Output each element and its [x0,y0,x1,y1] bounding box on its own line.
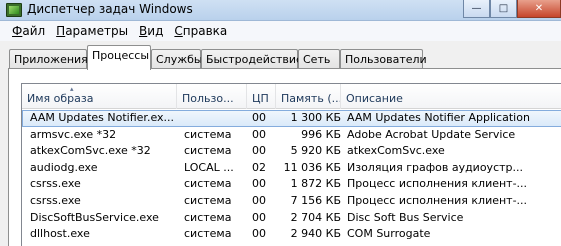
process-name: csrss.exe [30,177,81,191]
tab-network[interactable]: Сеть [298,49,340,69]
column-header-description[interactable]: Описание [341,84,561,109]
process-description: Adobe Acrobat Update Service [347,127,516,141]
process-description: Процесс исполнения клиент-... [347,177,528,191]
process-user: система [184,227,232,241]
process-user: система [184,144,232,158]
process-rows: AAM Updates Notifier.ex... 00 1 300 КБ A… [22,110,561,243]
process-user: система [184,193,232,207]
process-memory: 996 КБ [301,127,341,141]
column-header-cpu[interactable]: ЦП [247,84,276,109]
process-user: система [184,127,232,141]
menu-view[interactable]: Вид [135,24,167,38]
process-description: Изоляция графов аудиоустр... [347,160,523,174]
process-memory: 7 156 КБ [290,193,341,207]
process-name: AAM Updates Notifier.ex... [30,111,175,124]
process-description: Disc Soft Bus Service [347,210,464,224]
maximize-button[interactable]: □ [490,0,517,18]
column-header-image-name[interactable]: ▴ Имя образа [22,84,177,109]
process-name: audiodg.exe [30,160,98,174]
process-name: dllhost.exe [30,227,90,241]
process-user: система [184,210,232,224]
menu-options[interactable]: Параметры [52,24,132,38]
process-description: COM Surrogate [347,227,431,241]
column-header-memory[interactable]: Память (... [276,84,341,109]
process-memory: 2 940 КБ [290,227,341,241]
close-button[interactable]: ✕ [517,0,561,18]
sort-ascending-icon: ▴ [70,85,74,93]
process-user: LOCAL ... [184,160,234,174]
column-header-user[interactable]: Пользо... [177,84,247,109]
table-row[interactable]: armsvc.exe *32 система 00 996 КБ Adobe A… [22,127,561,144]
process-description: Процесс исполнения клиент-... [347,193,528,207]
process-memory: 5 920 КБ [290,144,341,158]
table-row[interactable]: csrss.exe система 00 7 156 КБ Процесс ис… [22,193,561,210]
process-user: система [184,177,232,191]
process-name: atkexComSvc.exe *32 [30,144,151,158]
process-memory: 11 036 КБ [283,160,341,174]
minimize-button[interactable]: — [463,0,490,18]
window-title: Диспетчер задач Windows [27,2,193,16]
menu-bar: Файл Параметры Вид Справка [0,21,561,41]
table-row[interactable]: audiodg.exe LOCAL ... 02 11 036 КБ Изоля… [22,160,561,177]
process-name: DiscSoftBusService.exe [30,210,159,224]
process-list[interactable]: ▴ Имя образа Пользо... ЦП Память (... Оп… [21,83,561,246]
table-row[interactable]: DiscSoftBusService.exe система 00 2 704 … [22,210,561,227]
tab-applications[interactable]: Приложения [9,49,88,69]
task-manager-icon [6,3,22,17]
table-row[interactable]: atkexComSvc.exe *32 система 00 5 920 КБ … [22,143,561,160]
column-header-row: ▴ Имя образа Пользо... ЦП Память (... Оп… [22,84,561,109]
menu-help[interactable]: Справка [170,24,231,38]
window-controls: — □ ✕ [463,0,561,18]
tab-processes[interactable]: Процессы [87,45,151,70]
process-memory: 2 704 КБ [290,210,341,224]
process-memory: 1 872 КБ [290,177,341,191]
tab-strip: Приложения Процессы Службы Быстродействи… [0,41,561,70]
menu-file[interactable]: Файл [8,24,49,38]
tab-performance[interactable]: Быстродействие [201,49,303,69]
process-name: csrss.exe [30,193,81,207]
process-memory: 1 300 КБ [290,111,341,124]
table-row[interactable]: csrss.exe система 00 1 872 КБ Процесс ис… [22,176,561,193]
title-bar[interactable]: Диспетчер задач Windows — □ ✕ [0,0,561,21]
tab-users[interactable]: Пользователи [340,49,427,69]
table-row-selected[interactable]: AAM Updates Notifier.ex... 00 1 300 КБ A… [22,110,561,127]
table-row[interactable]: dllhost.exe система 00 2 940 КБ COM Surr… [22,226,561,243]
process-description: atkexComSvc.exe [347,144,445,158]
tab-services[interactable]: Службы [151,49,203,69]
process-name: armsvc.exe *32 [30,127,117,141]
process-description: AAM Updates Notifier Application [347,111,530,124]
